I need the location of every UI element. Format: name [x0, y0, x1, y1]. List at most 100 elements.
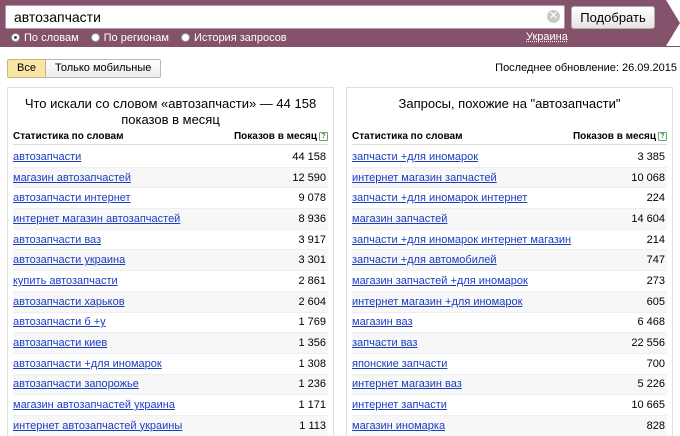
impressions-count: 3 301 — [298, 254, 326, 267]
phrase-link[interactable]: интернет магазин +для иномарок — [352, 296, 522, 308]
radio-icon[interactable] — [181, 33, 190, 42]
words-panel: Что искали со словом «автозапчасти» — 44… — [7, 87, 334, 436]
phrase-link[interactable]: купить автозапчасти — [13, 275, 118, 287]
column-count-header: Показов в месяц ? — [234, 131, 328, 142]
phrase-link[interactable]: интернет магазин автозапчастей — [13, 213, 180, 225]
search-header: ✕ Подобрать По словам По регионам Истори… — [0, 0, 680, 47]
impressions-count: 828 — [646, 419, 665, 432]
table-row: интернет магазин +для иномарок 605 — [352, 291, 667, 313]
search-input[interactable] — [5, 5, 565, 29]
help-icon[interactable]: ? — [658, 132, 667, 141]
phrase-link[interactable]: автозапчасти интернет — [13, 192, 131, 204]
words-table: автозапчасти 44 158 магазин автозапчастей 1… — [13, 147, 328, 436]
filter-mobile-button[interactable]: Только мобильные — [45, 59, 162, 78]
table-row: магазин запчастей +для иномарок 273 — [352, 271, 667, 292]
search-mode-group: По словам По регионам История запросов — [11, 31, 287, 44]
column-count-label: Показов в месяц — [233, 131, 317, 142]
mode-history-label: История запросов — [194, 31, 287, 44]
words-panel-title: Что искали со словом «автозапчасти» — 44… — [24, 96, 317, 127]
phrase-link[interactable]: запчасти +для автомобилей — [352, 254, 497, 266]
table-row: купить автозапчасти 2 861 — [13, 271, 328, 292]
table-row: запчасти +для автомобилей 747 — [352, 250, 667, 272]
mode-by-words-label: По словам — [24, 31, 79, 44]
impressions-count: 747 — [646, 254, 665, 267]
impressions-count: 2 861 — [298, 274, 326, 287]
impressions-count: 1 308 — [298, 357, 326, 370]
impressions-count: 605 — [646, 295, 665, 308]
table-row: магазин автозапчастей 12 590 — [13, 167, 328, 189]
phrase-link[interactable]: японские запчасти — [352, 358, 447, 370]
impressions-count: 14 604 — [631, 212, 665, 225]
table-row: автозапчасти +для иномарок 1 308 — [13, 354, 328, 375]
phrase-link[interactable]: магазин запчастей +для иномарок — [352, 275, 528, 287]
impressions-count: 5 226 — [637, 378, 665, 391]
table-row: автозапчасти 44 158 — [13, 147, 328, 168]
impressions-count: 12 590 — [292, 171, 326, 184]
table-row: автозапчасти б +у 1 769 — [13, 313, 328, 334]
phrase-link[interactable]: автозапчасти — [13, 151, 81, 163]
phrase-link[interactable]: интернет запчасти — [352, 399, 447, 411]
phrase-link[interactable]: магазин запчастей — [352, 213, 447, 225]
similar-panel-title: Запросы, похожие на "автозапчасти" — [398, 96, 621, 111]
table-row: магазин автозапчастей украина 1 171 — [13, 395, 328, 416]
mode-history[interactable]: История запросов — [181, 32, 287, 44]
phrase-link[interactable]: автозапчасти ваз — [13, 234, 101, 246]
impressions-count: 44 158 — [292, 150, 326, 163]
impressions-count: 8 936 — [298, 212, 326, 225]
last-update-text: Последнее обновление: 26.09.2015 — [495, 62, 677, 74]
impressions-count: 273 — [646, 274, 665, 287]
help-icon[interactable]: ? — [319, 132, 328, 141]
phrase-link[interactable]: магазин иномарка — [352, 420, 445, 432]
impressions-count: 1 113 — [299, 419, 326, 432]
impressions-count: 2 604 — [298, 295, 326, 308]
table-row: запчасти +для иномарок интернет магазин 2… — [352, 230, 667, 251]
table-row: магазин запчастей 14 604 — [352, 209, 667, 230]
mode-by-words[interactable]: По словам — [11, 32, 79, 44]
impressions-count: 3 385 — [637, 150, 665, 163]
impressions-count: 1 356 — [298, 337, 326, 350]
phrase-link[interactable]: запчасти +для иномарок интернет магазин — [352, 234, 571, 246]
phrase-link[interactable]: магазин автозапчастей — [13, 172, 131, 184]
phrase-link[interactable]: автозапчасти харьков — [13, 296, 125, 308]
table-row: автозапчасти интернет 9 078 — [13, 188, 328, 210]
phrase-link[interactable]: автозапчасти +для иномарок — [13, 358, 162, 370]
impressions-count: 214 — [646, 233, 665, 246]
table-row: запчасти ваз 22 556 — [352, 333, 667, 354]
mode-by-regions-label: По регионам — [103, 31, 169, 44]
phrase-link[interactable]: запчасти +для иномарок интернет — [352, 192, 527, 204]
impressions-count: 3 917 — [298, 233, 326, 246]
phrase-link[interactable]: автозапчасти киев — [13, 337, 107, 349]
table-row: магазин ваз 6 468 — [352, 313, 667, 334]
phrase-link[interactable]: автозапчасти запорожье — [13, 378, 139, 390]
radio-selected-icon[interactable] — [11, 33, 20, 42]
table-row: интернет магазин автозапчастей 8 936 — [13, 209, 328, 230]
phrase-link[interactable]: запчасти ваз — [352, 337, 417, 349]
device-filter: Все Только мобильные — [7, 59, 162, 78]
clear-icon[interactable]: ✕ — [547, 10, 560, 23]
table-row: автозапчасти запорожье 1 236 — [13, 374, 328, 396]
table-row: автозапчасти киев 1 356 — [13, 333, 328, 354]
submit-button[interactable]: Подобрать — [571, 6, 655, 29]
table-row: интернет автозапчастей украины 1 113 — [13, 415, 328, 436]
mode-by-regions[interactable]: По регионам — [90, 31, 169, 44]
phrase-link[interactable]: запчасти +для иномарок — [352, 151, 478, 163]
phrase-link[interactable]: автозапчасти украина — [13, 254, 125, 266]
phrase-link[interactable]: магазин автозапчастей украина — [13, 399, 175, 411]
phrase-link[interactable]: интернет автозапчастей украины — [13, 420, 182, 432]
table-row: интернет магазин ваз 5 226 — [352, 374, 667, 396]
radio-icon[interactable] — [90, 33, 100, 42]
phrase-link[interactable]: магазин ваз — [352, 316, 413, 328]
words-table-header: Статистика по словам Показов в месяц ? — [13, 131, 328, 145]
region-selector[interactable]: Украина — [526, 31, 568, 43]
table-row: автозапчасти харьков 2 604 — [13, 291, 328, 313]
phrase-link[interactable]: интернет магазин запчастей — [352, 172, 497, 184]
table-row: автозапчасти ваз 3 917 — [13, 230, 328, 251]
table-row: автозапчасти украина 3 301 — [13, 250, 328, 272]
table-row: интернет запчасти 10 665 — [352, 395, 667, 416]
phrase-link[interactable]: автозапчасти б +у — [13, 316, 106, 328]
phrase-link[interactable]: интернет магазин ваз — [352, 378, 462, 390]
impressions-count: 224 — [646, 192, 665, 205]
impressions-count: 1 769 — [298, 316, 326, 329]
table-row: магазин иномарка 828 — [352, 415, 667, 436]
filter-all-button[interactable]: Все — [7, 59, 46, 78]
